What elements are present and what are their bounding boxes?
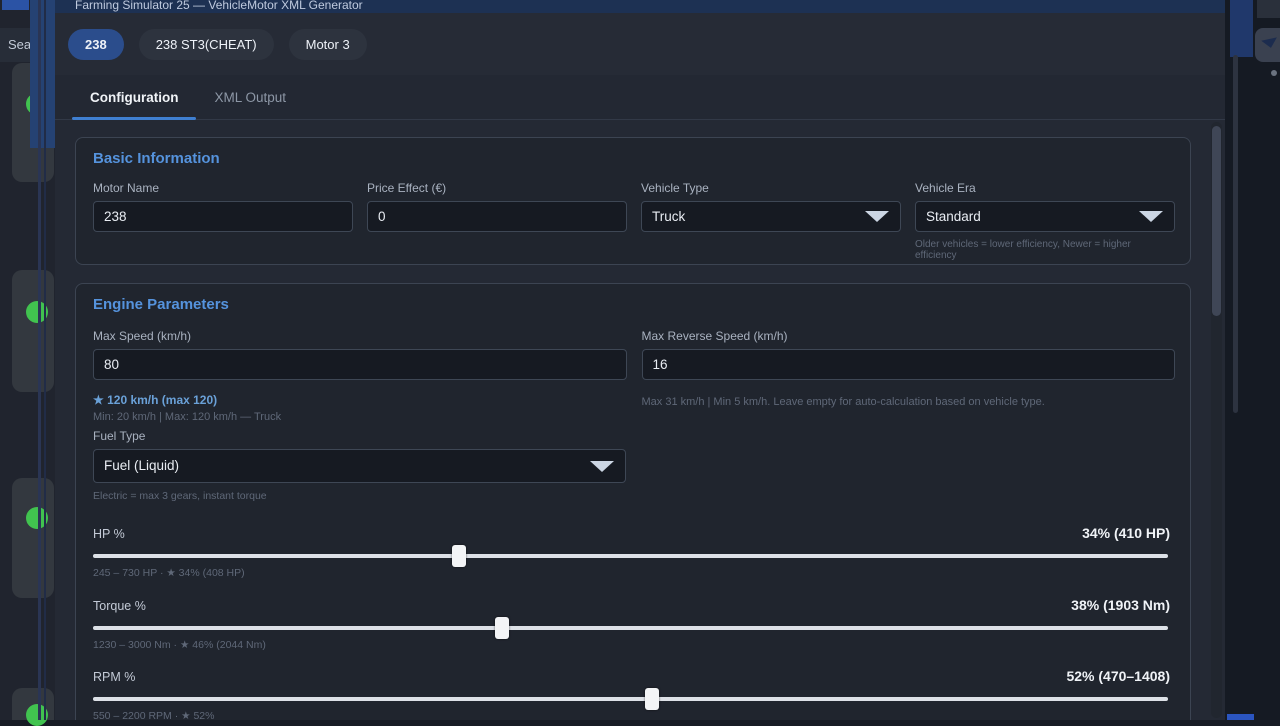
window-titlebar: Farming Simulator 25 — VehicleMotor XML …	[55, 0, 1225, 13]
view-tab-bar: Configuration XML Output	[55, 75, 1225, 120]
background-scrollbar[interactable]	[1233, 55, 1238, 413]
vehicle-era-group: Vehicle Era Standard Older vehicles = lo…	[915, 181, 1175, 261]
motor-tab-238[interactable]: 238	[68, 29, 124, 60]
vehicle-era-hint: Older vehicles = lower efficiency, Newer…	[915, 239, 1175, 261]
hp-slider-handle[interactable]	[452, 545, 466, 567]
app-window: Farming Simulator 25 — VehicleMotor XML …	[55, 0, 1225, 720]
rpm-slider-handle[interactable]	[645, 688, 659, 710]
chevron-down-icon	[865, 211, 889, 222]
tab-configuration[interactable]: Configuration	[72, 75, 196, 119]
fuel-type-label: Fuel Type	[93, 429, 626, 443]
chevron-down-icon	[1139, 211, 1163, 222]
background-list-item[interactable]	[12, 688, 54, 720]
tab-xml-output[interactable]: XML Output	[196, 75, 304, 119]
background-block	[1257, 0, 1280, 18]
vehicle-era-label: Vehicle Era	[915, 181, 1175, 195]
background-list-item[interactable]	[12, 270, 54, 392]
vehicle-type-select[interactable]: Truck	[641, 201, 901, 232]
background-dropdown-fragment[interactable]	[1255, 28, 1280, 62]
fuel-type-group: Fuel Type Fuel (Liquid) Electric = max 3…	[93, 429, 626, 502]
engine-parameters-card: Engine Parameters Max Speed (km/h) ★ 120…	[75, 283, 1191, 720]
rpm-slider-label: RPM %	[93, 670, 135, 684]
background-right-panel	[1225, 0, 1280, 720]
fuel-type-value: Fuel (Liquid)	[104, 458, 179, 473]
vehicle-era-value: Standard	[926, 209, 981, 224]
speed-fields: Max Speed (km/h) ★ 120 km/h (max 120) Mi…	[93, 329, 1175, 423]
price-effect-input[interactable]	[367, 201, 627, 232]
background-accent-fragment	[1227, 714, 1254, 720]
max-speed-star-hint: ★ 120 km/h (max 120)	[93, 393, 627, 407]
hp-slider-hint: 245 – 730 HP · ★ 34% (408 HP)	[93, 567, 1173, 579]
rpm-slider-track[interactable]	[93, 697, 1168, 701]
max-reverse-speed-label: Max Reverse Speed (km/h)	[642, 329, 1176, 343]
vehicle-type-group: Vehicle Type Truck	[641, 181, 901, 261]
fuel-type-select[interactable]: Fuel (Liquid)	[93, 449, 626, 483]
engine-parameters-heading: Engine Parameters	[93, 296, 229, 313]
rpm-slider-block: RPM % 52% (470–1408) 550 – 2200 RPM · ★ …	[93, 668, 1173, 720]
vehicle-type-label: Vehicle Type	[641, 181, 901, 195]
chevron-down-icon	[590, 461, 614, 472]
price-effect-label: Price Effect (€)	[367, 181, 627, 195]
vehicle-era-select[interactable]: Standard	[915, 201, 1175, 232]
hp-slider-value: 34% (410 HP)	[1082, 525, 1173, 541]
rpm-slider-value: 52% (470–1408)	[1066, 668, 1173, 684]
vehicle-type-value: Truck	[652, 209, 685, 224]
background-window-edge	[30, 0, 55, 148]
scrollbar-thumb[interactable]	[1212, 126, 1221, 316]
torque-slider-label: Torque %	[93, 599, 146, 613]
torque-slider-value: 38% (1903 Nm)	[1071, 597, 1173, 613]
hp-slider-label: HP %	[93, 527, 125, 541]
rpm-slider-hint: 550 – 2200 RPM · ★ 52%	[93, 710, 1173, 720]
motor-tab-238-st3-cheat[interactable]: 238 ST3(CHEAT)	[139, 29, 274, 60]
torque-slider-hint: 1230 – 3000 Nm · ★ 46% (2044 Nm)	[93, 639, 1173, 651]
torque-slider-handle[interactable]	[495, 617, 509, 639]
triangle-icon	[1261, 37, 1279, 49]
torque-slider-track[interactable]	[93, 626, 1168, 630]
max-speed-label: Max Speed (km/h)	[93, 329, 627, 343]
max-reverse-speed-input[interactable]	[642, 349, 1176, 380]
fuel-type-hint: Electric = max 3 gears, instant torque	[93, 490, 626, 502]
window-title: Farming Simulator 25 — VehicleMotor XML …	[75, 0, 1225, 13]
window-left-border-inner	[44, 0, 46, 720]
basic-information-fields: Motor Name Price Effect (€) Vehicle Type…	[93, 181, 1175, 261]
motor-tab-motor-3[interactable]: Motor 3	[289, 29, 367, 60]
motor-tab-row: 238 238 ST3(CHEAT) Motor 3	[55, 13, 1225, 75]
background-list-item[interactable]	[12, 478, 54, 598]
motor-name-group: Motor Name	[93, 181, 353, 261]
torque-slider-block: Torque % 38% (1903 Nm) 1230 – 3000 Nm · …	[93, 597, 1173, 651]
motor-name-label: Motor Name	[93, 181, 353, 195]
background-left-panel: Sea	[0, 0, 57, 720]
max-speed-range-hint: Min: 20 km/h | Max: 120 km/h — Truck	[93, 411, 627, 423]
max-reverse-speed-group: Max Reverse Speed (km/h) Max 31 km/h | M…	[642, 329, 1176, 423]
background-window-edge	[1230, 0, 1253, 57]
basic-information-heading: Basic Information	[93, 150, 220, 167]
bullet-icon	[1271, 70, 1277, 76]
window-left-border	[38, 0, 41, 720]
max-reverse-speed-hint: Max 31 km/h | Min 5 km/h. Leave empty fo…	[642, 396, 1176, 408]
background-titlebar-fragment	[2, 0, 29, 10]
content-area: Basic Information Motor Name Price Effec…	[55, 120, 1225, 720]
price-effect-group: Price Effect (€)	[367, 181, 627, 261]
max-speed-group: Max Speed (km/h) ★ 120 km/h (max 120) Mi…	[93, 329, 627, 423]
hp-slider-block: HP % 34% (410 HP) 245 – 730 HP · ★ 34% (…	[93, 525, 1173, 579]
hp-slider-track[interactable]	[93, 554, 1168, 558]
basic-information-card: Basic Information Motor Name Price Effec…	[75, 137, 1191, 265]
max-speed-input[interactable]	[93, 349, 627, 380]
motor-name-input[interactable]	[93, 201, 353, 232]
